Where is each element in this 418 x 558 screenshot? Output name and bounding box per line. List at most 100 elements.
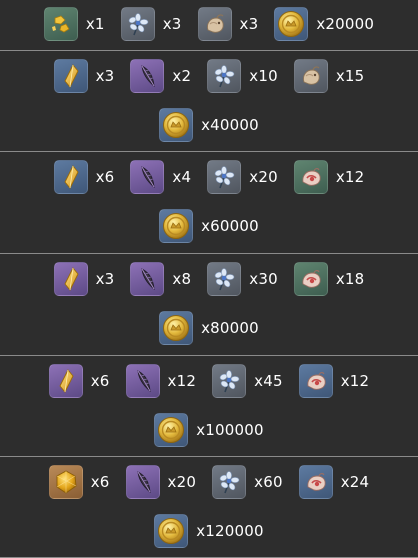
material-quantity: x15 xyxy=(335,67,365,85)
material-slot[interactable] xyxy=(293,160,328,194)
tan-creature-icon xyxy=(201,10,229,38)
material-slot[interactable] xyxy=(154,514,189,548)
blue-flower-icon xyxy=(215,367,243,395)
material-slot[interactable] xyxy=(159,311,194,345)
material-slot[interactable] xyxy=(53,59,88,93)
material-item[interactable]: x6 xyxy=(53,160,115,194)
material-quantity: x24 xyxy=(340,473,370,491)
material-slot[interactable] xyxy=(212,465,247,499)
material-item[interactable]: x120000 xyxy=(154,514,264,548)
material-item[interactable]: x6 xyxy=(48,364,110,398)
material-item[interactable]: x3 xyxy=(53,59,115,93)
material-item[interactable]: x1 xyxy=(43,7,105,41)
material-quantity: x1 xyxy=(85,15,105,33)
dark-feather-icon xyxy=(133,265,161,293)
material-slot[interactable] xyxy=(130,262,165,296)
material-item[interactable]: x12 xyxy=(293,160,365,194)
gold-crystal-icon xyxy=(57,265,85,293)
dark-feather-icon xyxy=(129,367,157,395)
material-slot[interactable] xyxy=(298,465,333,499)
material-slot[interactable] xyxy=(207,59,242,93)
tan-creature-icon xyxy=(297,62,325,90)
material-slot[interactable] xyxy=(120,7,155,41)
material-slot[interactable] xyxy=(293,59,328,93)
material-item[interactable]: x80000 xyxy=(159,311,259,345)
material-slot[interactable] xyxy=(274,7,309,41)
gold-gem-icon xyxy=(52,468,80,496)
material-slot[interactable] xyxy=(207,160,242,194)
pink-creature-icon xyxy=(297,265,325,293)
material-item[interactable]: x8 xyxy=(130,262,191,296)
ascension-tier-row: x6 x12 x45 x12 x100000 xyxy=(0,356,418,457)
material-quantity: x6 xyxy=(90,372,110,390)
material-item[interactable]: x60 xyxy=(212,465,283,499)
gold-crystal-icon xyxy=(57,163,85,191)
material-item[interactable]: x20 xyxy=(207,160,278,194)
material-item[interactable]: x18 xyxy=(293,262,365,296)
blue-flower-icon xyxy=(210,163,238,191)
material-item[interactable]: x20000 xyxy=(274,7,374,41)
pink-creature-icon xyxy=(302,367,330,395)
material-line: x6 x20 x60 x24 xyxy=(0,464,418,500)
material-slot[interactable] xyxy=(207,262,242,296)
material-quantity: x10 xyxy=(249,67,278,85)
mora-line: x100000 xyxy=(0,412,418,448)
material-quantity: x4 xyxy=(172,168,192,186)
material-slot[interactable] xyxy=(130,59,165,93)
material-item[interactable]: x3 xyxy=(120,7,182,41)
material-item[interactable]: x6 xyxy=(48,465,110,499)
material-slot[interactable] xyxy=(159,108,194,142)
material-item[interactable]: x15 xyxy=(293,59,365,93)
material-line: x6 x4 x20 x12 xyxy=(0,159,418,195)
material-slot[interactable] xyxy=(125,465,160,499)
material-slot[interactable] xyxy=(43,7,78,41)
material-quantity: x60 xyxy=(254,473,283,491)
material-item[interactable]: x3 xyxy=(197,7,259,41)
material-slot[interactable] xyxy=(48,465,83,499)
material-slot[interactable] xyxy=(197,7,232,41)
material-quantity: x3 xyxy=(95,67,115,85)
material-slot[interactable] xyxy=(130,160,165,194)
mora-coin-icon xyxy=(157,416,185,444)
material-item[interactable]: x40000 xyxy=(159,108,259,142)
material-quantity: x100000 xyxy=(196,421,264,439)
material-quantity: x3 xyxy=(95,270,115,288)
material-quantity: x120000 xyxy=(196,522,264,540)
material-item[interactable]: x12 xyxy=(298,364,370,398)
mora-line: x120000 xyxy=(0,513,418,549)
material-slot[interactable] xyxy=(48,364,83,398)
material-slot[interactable] xyxy=(298,364,333,398)
material-quantity: x20000 xyxy=(316,15,375,33)
blue-flower-icon xyxy=(210,62,238,90)
material-item[interactable]: x100000 xyxy=(154,413,264,447)
blue-flower-icon xyxy=(124,10,152,38)
material-item[interactable]: x12 xyxy=(125,364,197,398)
ascension-tier-row: x6 x20 x60 x24 x120000 xyxy=(0,457,418,558)
material-item[interactable]: x30 xyxy=(207,262,278,296)
material-slot[interactable] xyxy=(53,160,88,194)
material-item[interactable]: x24 xyxy=(298,465,370,499)
material-item[interactable]: x10 xyxy=(207,59,278,93)
material-item[interactable]: x4 xyxy=(130,160,191,194)
material-slot[interactable] xyxy=(212,364,247,398)
material-slot[interactable] xyxy=(293,262,328,296)
ascension-materials-panel: x1 x3 x3 x20000 x3 x2 x10 x15 x40000 x6 … xyxy=(0,0,418,558)
material-quantity: x45 xyxy=(254,372,283,390)
material-slot[interactable] xyxy=(53,262,88,296)
material-slot[interactable] xyxy=(154,413,189,447)
dark-feather-icon xyxy=(133,163,161,191)
gold-nugget-icon xyxy=(47,10,75,38)
mora-line: x40000 xyxy=(0,107,418,143)
material-line: x6 x12 x45 x12 xyxy=(0,363,418,399)
material-line: x1 x3 x3 x20000 xyxy=(0,6,418,42)
material-item[interactable]: x2 xyxy=(130,59,191,93)
material-item[interactable]: x45 xyxy=(212,364,283,398)
material-slot[interactable] xyxy=(159,209,194,243)
blue-flower-icon xyxy=(210,265,238,293)
material-item[interactable]: x60000 xyxy=(159,209,259,243)
material-item[interactable]: x3 xyxy=(53,262,115,296)
dark-feather-icon xyxy=(129,468,157,496)
material-quantity: x30 xyxy=(249,270,278,288)
material-item[interactable]: x20 xyxy=(125,465,197,499)
material-slot[interactable] xyxy=(125,364,160,398)
